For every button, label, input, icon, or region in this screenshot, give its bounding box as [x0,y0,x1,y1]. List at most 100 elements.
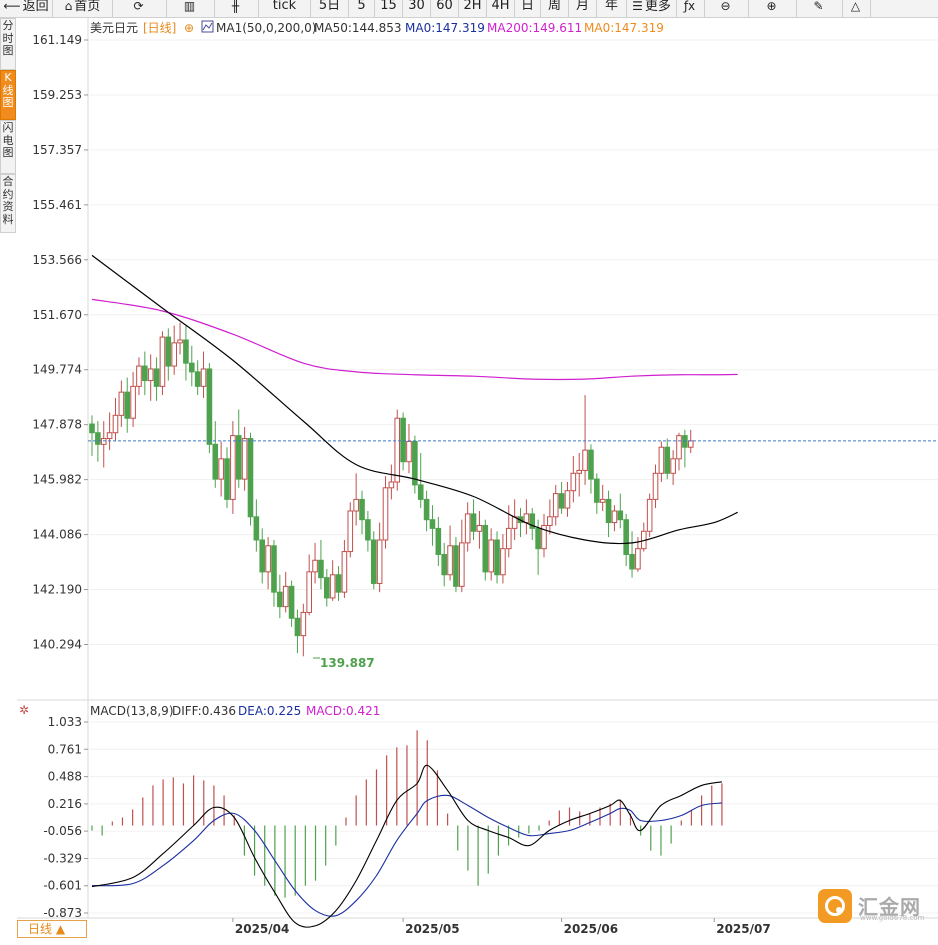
candle [505,527,512,550]
candle [89,423,95,434]
candle [124,391,131,419]
candle [365,519,371,541]
x-tick-label: 2025/06 [564,922,618,936]
candle [288,585,295,619]
add-indicator-icon[interactable]: ⊕ [184,21,194,35]
logo: 汇金网 www.gold678.com [818,889,928,925]
candle [611,510,618,524]
candle [682,435,688,448]
candle [294,617,301,637]
candle [171,342,177,367]
candle [476,524,483,532]
y-tick-label: 159.253 [32,88,82,102]
candle [118,391,125,416]
candle [535,527,541,550]
ma200-line [91,298,738,381]
candle [687,440,694,448]
y-tick-label: 144.086 [32,528,82,542]
candle [400,417,406,463]
macd-diff: DIFF:0.436 [172,704,236,718]
macd-y-tick-label: 0.216 [48,797,82,811]
candle [253,516,260,541]
x-tick-label: 2025/05 [405,922,459,936]
x-axis: 2025/04 2025/05 2025/06 2025/07 [232,918,771,936]
macd-dea: DEA:0.225 [238,704,301,718]
legend-ma-indicator: MA1(50,0,200,0) [216,21,316,35]
candle [617,510,624,521]
candle [670,458,676,474]
ma-lines [88,254,938,545]
candle [376,539,383,584]
candle [464,513,471,544]
macd-y-tick-label: -0.056 [43,824,82,838]
candle [664,446,671,474]
legend-ma200: MA200:149.611 [487,21,582,35]
candle [112,414,119,434]
candle [200,368,207,387]
candle [318,559,324,579]
legend-ma0-secondary: MA0:147.319 [584,21,664,35]
y-tick-label: 153.566 [32,253,82,267]
candle [142,365,148,382]
candle [582,449,588,471]
candle [324,577,330,599]
y-tick-label: 151.670 [32,308,82,322]
candle [194,371,201,387]
candle [594,478,600,503]
legend-symbol: 美元日元 [90,21,138,35]
candle [247,438,254,518]
y-tick-label: 157.357 [32,143,82,157]
candle [130,385,136,419]
candle [429,519,436,529]
candle [183,339,189,364]
candle [406,440,412,463]
candle [224,458,230,500]
macd-histogram [91,730,723,898]
ma50-line [91,254,738,545]
candle [646,498,653,532]
macd-y-tick-label: 1.033 [48,715,82,729]
candle [306,571,312,613]
candle [312,559,318,573]
candle [165,336,172,367]
y-tick-label: 140.294 [32,638,82,652]
candle [341,551,348,593]
candle [353,498,359,512]
y-tick-label: 145.982 [32,473,82,487]
macd-name: MACD(13,8,9) [90,704,174,718]
y-tick-label: 147.878 [32,418,82,432]
candle [482,524,489,573]
low-annotation: 139.887 [320,656,375,670]
candle [153,368,160,387]
legend-ma50: MA50:144.853 [314,21,402,35]
candle [382,487,389,541]
candle [259,539,266,573]
kline-chart[interactable]: 161.149 159.253 157.357 155.461 153.566 151.6… [0,0,938,945]
candle [588,449,594,480]
candle [106,432,113,440]
candle [388,481,395,489]
candle [441,553,447,576]
candle [212,443,219,480]
macd-settings-icon[interactable]: ✲ [19,703,29,717]
candle [635,548,641,570]
period-tab[interactable]: 日线 ▲ [17,920,87,938]
candle [277,591,283,608]
candle [394,417,401,483]
candle [423,498,430,521]
macd-y-tick-label: 0.761 [48,742,82,756]
y-tick-label: 142.190 [32,583,82,597]
macd-y-tick-label: -0.873 [43,906,82,920]
candle [282,585,289,608]
candle [347,510,354,553]
candle [488,539,494,573]
candle [652,472,659,500]
candle [658,446,665,474]
y-tick-label: 155.461 [32,198,82,212]
candle [552,493,559,518]
candle [177,339,183,344]
candle [599,498,606,503]
candle [500,548,506,576]
legend-period[interactable]: [日线] [143,21,176,35]
candle [100,438,107,445]
